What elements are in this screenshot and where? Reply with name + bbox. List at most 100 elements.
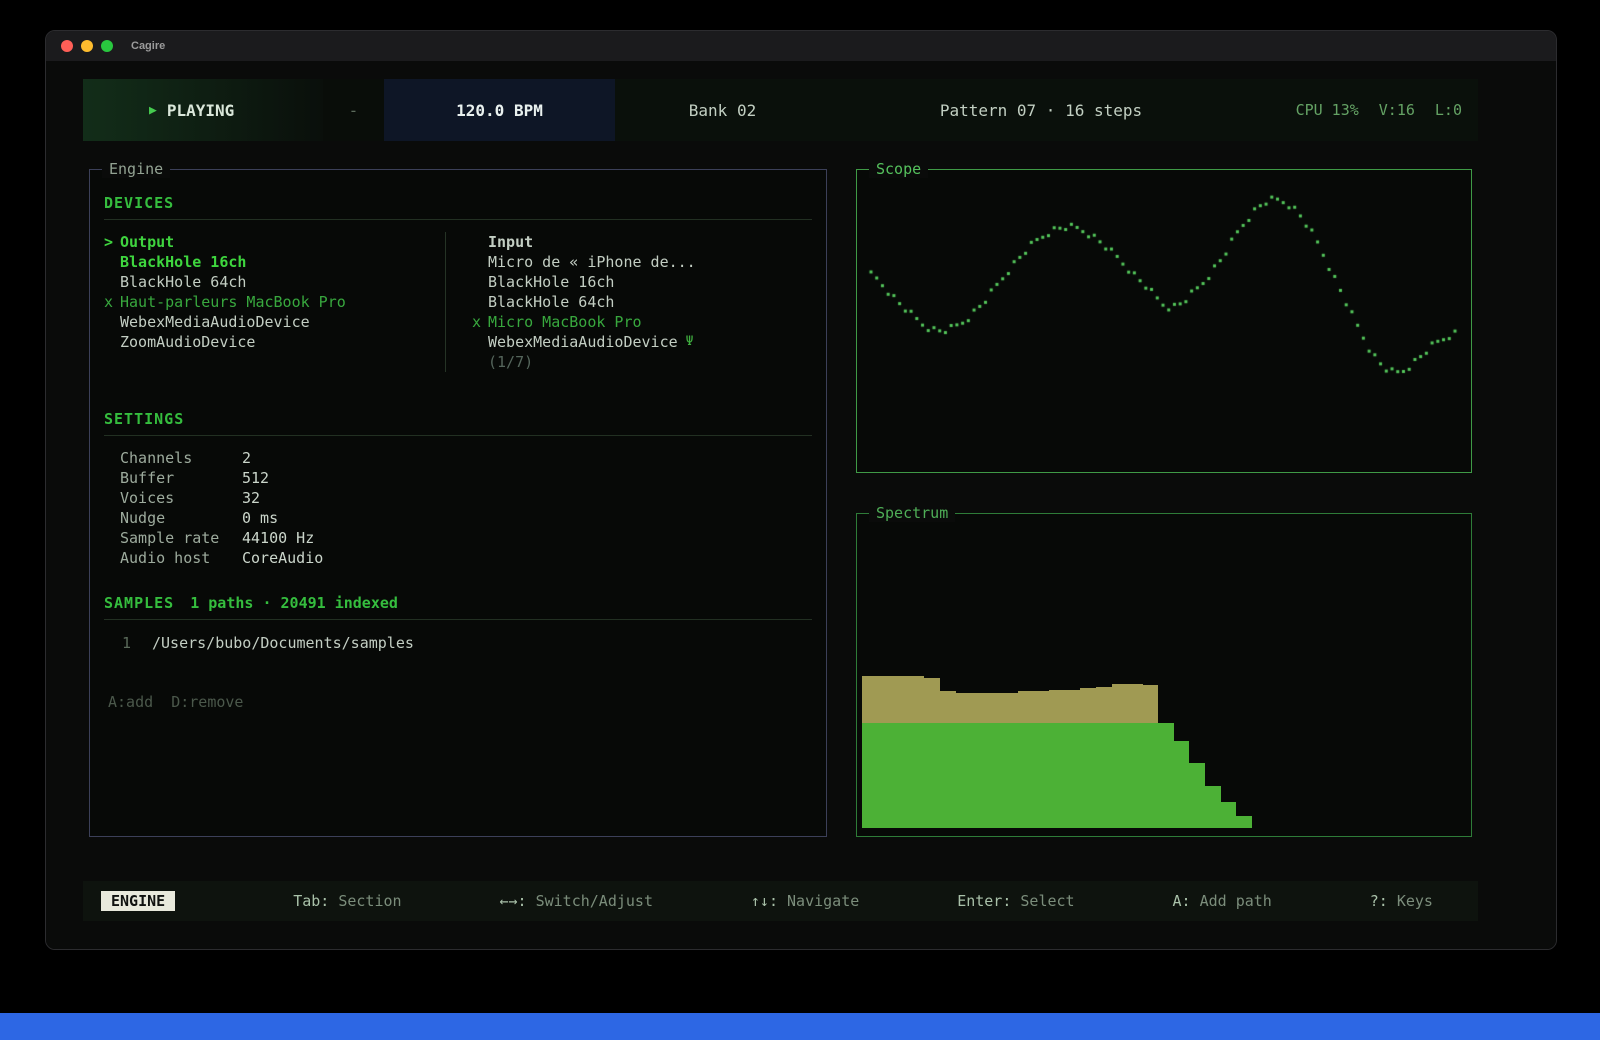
pattern-display[interactable]: Pattern 07 · 16 steps bbox=[830, 79, 1252, 141]
spectrum-bar bbox=[956, 693, 972, 828]
samples-summary: 1 paths · 20491 indexed bbox=[190, 594, 398, 612]
device-marker: x bbox=[104, 292, 120, 312]
divider bbox=[104, 619, 812, 620]
setting-row[interactable]: Nudge 0 ms bbox=[104, 508, 812, 528]
hint-key: Tab: bbox=[293, 892, 329, 910]
bank-display[interactable]: Bank 02 bbox=[615, 79, 830, 141]
output-device-item[interactable]: BlackHole 64ch bbox=[104, 272, 445, 292]
spectrum-panel-title: Spectrum bbox=[869, 504, 955, 522]
spectrum-bar bbox=[1189, 763, 1205, 828]
output-device-item[interactable]: x Haut-parleurs MacBook Pro bbox=[104, 292, 445, 312]
scope-panel: Scope bbox=[856, 169, 1472, 473]
device-prefix bbox=[472, 292, 488, 312]
hint-desc: Select bbox=[1020, 892, 1074, 910]
input-header[interactable]: Input bbox=[472, 232, 812, 252]
sample-path-row[interactable]: 1 /Users/bubo/Documents/samples bbox=[104, 633, 812, 653]
input-device-list: Input Micro de « iPhone de... BlackHole … bbox=[445, 232, 812, 372]
output-device-item[interactable]: BlackHole 16ch bbox=[104, 252, 445, 272]
hint-add-path: A: Add path bbox=[1173, 892, 1272, 910]
device-label: BlackHole 16ch bbox=[488, 272, 614, 292]
output-header[interactable]: > Output bbox=[104, 232, 445, 252]
spectrum-bar bbox=[1018, 691, 1034, 828]
setting-row[interactable]: Channels 2 bbox=[104, 448, 812, 468]
hint-tab: Tab: Section bbox=[293, 892, 401, 910]
spectrum-bar bbox=[878, 676, 894, 828]
setting-value: 0 ms bbox=[242, 508, 278, 528]
input-device-item[interactable]: WebexMediaAudioDevice Ψ bbox=[472, 332, 812, 352]
hint-desc: Section bbox=[338, 892, 401, 910]
devices-heading: DEVICES bbox=[104, 194, 812, 212]
device-prefix bbox=[472, 272, 488, 292]
minimize-window-button[interactable] bbox=[81, 40, 93, 52]
setting-row[interactable]: Voices 32 bbox=[104, 488, 812, 508]
input-device-item[interactable]: x Micro MacBook Pro bbox=[472, 312, 812, 332]
input-device-item[interactable]: BlackHole 16ch bbox=[472, 272, 812, 292]
footer-bar: ENGINE Tab: Section ←→: Switch/Adjust ↑↓… bbox=[83, 881, 1478, 921]
spectrum-bar bbox=[1221, 802, 1237, 828]
spectrum-bar bbox=[1034, 691, 1050, 828]
transport-bar: ▶ PLAYING - 120.0 BPM Bank 02 Pattern 07… bbox=[83, 79, 1478, 141]
setting-label: Nudge bbox=[120, 508, 242, 528]
play-icon: ▶ bbox=[149, 103, 157, 118]
spectrum-bar bbox=[940, 691, 956, 828]
samples-heading-row: SAMPLES 1 paths · 20491 indexed bbox=[104, 594, 812, 612]
spectrum-bar bbox=[924, 678, 940, 828]
device-prefix bbox=[472, 232, 488, 252]
spectrum-bar bbox=[1080, 688, 1096, 828]
spectrum-bar bbox=[1096, 687, 1112, 828]
transport-playing[interactable]: ▶ PLAYING bbox=[83, 79, 323, 141]
device-prefix bbox=[472, 352, 488, 372]
spectrum-bar bbox=[1002, 693, 1018, 828]
device-label: BlackHole 64ch bbox=[120, 272, 246, 292]
setting-row[interactable]: Buffer 512 bbox=[104, 468, 812, 488]
output-device-item[interactable]: ZoomAudioDevice bbox=[104, 332, 445, 352]
input-device-item[interactable]: Micro de « iPhone de... bbox=[472, 252, 812, 272]
device-prefix bbox=[104, 252, 120, 272]
spectrum-bar bbox=[909, 676, 925, 828]
desktop-bottom-strip bbox=[0, 1013, 1600, 1040]
close-window-button[interactable] bbox=[61, 40, 73, 52]
hint-key: A: bbox=[1173, 892, 1191, 910]
mode-badge-engine[interactable]: ENGINE bbox=[101, 891, 175, 911]
output-device-list: > Output BlackHole 16ch BlackHole 64ch bbox=[104, 232, 445, 372]
device-label: ZoomAudioDevice bbox=[120, 332, 255, 352]
settings-heading: SETTINGS bbox=[104, 410, 812, 428]
device-prefix bbox=[104, 312, 120, 332]
spectrum-bar bbox=[893, 676, 909, 828]
input-device-pager: (1/7) bbox=[472, 352, 812, 372]
setting-row[interactable]: Audio host CoreAudio bbox=[104, 548, 812, 568]
setting-row[interactable]: Sample rate 44100 Hz bbox=[104, 528, 812, 548]
hint-desc: Navigate bbox=[787, 892, 859, 910]
spectrum-bar bbox=[1049, 690, 1065, 828]
device-label: WebexMediaAudioDevice bbox=[488, 332, 678, 352]
sample-path-index: 1 bbox=[122, 633, 152, 653]
spectrum-bar bbox=[1112, 684, 1128, 828]
settings-list: Channels 2 Buffer 512 Voices 32 Nudge 0 … bbox=[104, 448, 812, 568]
setting-value: 44100 Hz bbox=[242, 528, 314, 548]
device-label: Haut-parleurs MacBook Pro bbox=[120, 292, 346, 312]
device-label: Micro MacBook Pro bbox=[488, 312, 642, 332]
scope-canvas bbox=[863, 176, 1465, 466]
device-label: BlackHole 64ch bbox=[488, 292, 614, 312]
pager-label: (1/7) bbox=[488, 352, 533, 372]
device-prefix bbox=[104, 332, 120, 352]
spectrum-bar bbox=[1065, 690, 1081, 828]
spectrum-bar bbox=[1236, 816, 1252, 828]
engine-panel-title: Engine bbox=[102, 160, 170, 178]
device-label: WebexMediaAudioDevice bbox=[120, 312, 310, 332]
setting-value: 2 bbox=[242, 448, 251, 468]
spectrum-bar bbox=[1205, 786, 1221, 828]
zoom-window-button[interactable] bbox=[101, 40, 113, 52]
setting-label: Voices bbox=[120, 488, 242, 508]
pattern-value: Pattern 07 · 16 steps bbox=[940, 101, 1142, 120]
output-device-item[interactable]: WebexMediaAudioDevice bbox=[104, 312, 445, 332]
setting-label: Sample rate bbox=[120, 528, 242, 548]
bpm-display[interactable]: 120.0 BPM bbox=[384, 79, 615, 141]
engine-panel: Engine DEVICES > Output BlackHole 16ch bbox=[89, 169, 827, 837]
spectrum-bar bbox=[971, 693, 987, 828]
spectrum-bar bbox=[1158, 723, 1174, 828]
key-hints: Tab: Section ←→: Switch/Adjust ↑↓: Navig… bbox=[293, 892, 1433, 910]
input-device-item[interactable]: BlackHole 64ch bbox=[472, 292, 812, 312]
divider bbox=[104, 435, 812, 436]
setting-value: CoreAudio bbox=[242, 548, 323, 568]
